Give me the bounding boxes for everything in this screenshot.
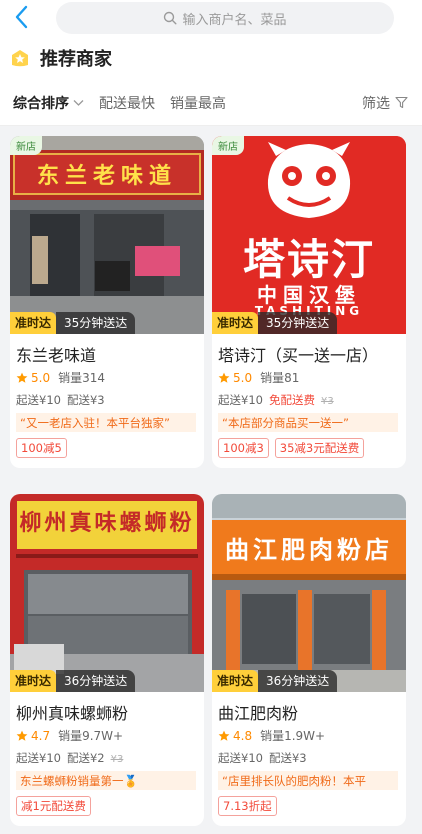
star-icon (218, 372, 230, 383)
sales-count: 销量314 (58, 371, 105, 385)
back-button[interactable] (8, 4, 34, 30)
search-icon (164, 11, 177, 25)
storefront-photo (212, 494, 406, 692)
shop-photo: 塔诗汀 中国汉堡 TASHITING 新店 准时达 35分钟送达 (212, 136, 406, 334)
sort-bar: 综合排序 配送最快 销量最高 筛选 (0, 80, 422, 126)
new-shop-badge: 新店 (10, 136, 42, 155)
rating-value: 4.7 (31, 728, 51, 743)
shop-card[interactable]: 柳州真味螺蛳粉 准时达 36分钟送达 柳州真味螺蛳粉 4.7 销量9.7W+ 起… (10, 494, 204, 826)
promo-list: 减1元配送费 (16, 796, 196, 816)
delivery-tag: 准时达 36分钟送达 (212, 670, 338, 692)
shop-card[interactable]: 塔诗汀 中国汉堡 TASHITING 新店 准时达 35分钟送达 塔诗汀（买一送… (212, 136, 406, 468)
shop-name: 柳州真味螺蛳粉 (16, 704, 129, 722)
chevron-left-icon (15, 5, 28, 29)
rating-value: 5.0 (31, 370, 51, 385)
fee-row: 起送¥10 免配送费 ¥3 (218, 392, 398, 408)
fee-row: 起送¥10 配送¥3 (16, 392, 196, 408)
search-input[interactable]: 输入商户名、菜品 (56, 2, 394, 34)
rating-row: 4.7 销量9.7W+ (16, 727, 196, 744)
rating-row: 5.0 销量81 (218, 369, 398, 386)
promo-list: 100减3 35减3元配送费 (218, 438, 398, 458)
sort-top-sales[interactable]: 销量最高 (170, 93, 226, 113)
section-title: 推荐商家 (40, 49, 112, 70)
search-placeholder: 输入商户名、菜品 (182, 12, 287, 28)
ontime-label: 准时达 (212, 312, 259, 334)
delivery-fee: 配送¥3 (66, 393, 105, 407)
shop-name: 东兰老味道 (16, 346, 97, 364)
star-icon (218, 730, 230, 741)
fee-row: 起送¥10 配送¥2 ¥3 (16, 750, 196, 766)
star-badge-icon (12, 50, 28, 67)
promo-tag: 7.13折起 (218, 796, 277, 816)
shop-photo: 曲江肥肉粉店 准时达 36分钟送达 (212, 494, 406, 692)
sales-count: 销量9.7W+ (58, 729, 124, 743)
shop-name: 曲江肥肉粉 (218, 704, 299, 722)
delivery-time: 35分钟送达 (56, 312, 136, 334)
logo-main-text: 塔诗汀 (242, 235, 375, 284)
promo-tag: 100减5 (16, 438, 67, 458)
fee-row: 起送¥10 配送¥3 (218, 750, 398, 766)
shop-sign-text: 曲江肥肉粉店 (225, 534, 393, 564)
sales-count: 销量81 (260, 371, 300, 385)
free-delivery-label: 免配送费 (268, 393, 315, 407)
ontime-label: 准时达 (10, 670, 57, 692)
section-header: 推荐商家 (0, 36, 422, 80)
promo-tag: 100减3 (218, 438, 269, 458)
min-order: 起送¥10 (218, 393, 263, 407)
promo-tag: 35减3元配送费 (274, 438, 365, 458)
promo-tag: 减1元配送费 (16, 796, 91, 816)
new-shop-badge: 新店 (212, 136, 244, 155)
sort-comprehensive[interactable]: 综合排序 (13, 93, 84, 113)
rating-value: 5.0 (233, 370, 253, 385)
chevron-down-icon (73, 99, 84, 106)
shop-slogan: “本店部分商品买一送一” (218, 413, 398, 432)
promo-list: 100减5 (16, 438, 196, 458)
shop-photo: 柳州真味螺蛳粉 准时达 36分钟送达 (10, 494, 204, 692)
shop-photo: 东兰老味道 新店 准时达 35分钟送达 (10, 136, 204, 334)
ontime-label: 准时达 (212, 670, 259, 692)
delivery-tag: 准时达 36分钟送达 (10, 670, 136, 692)
shop-sign-text: 柳州真味螺蛳粉 (19, 510, 195, 536)
star-icon (16, 730, 28, 741)
shop-card[interactable]: 东兰老味道 新店 准时达 35分钟送达 东兰老味道 5.0 销量314 起送¥1… (10, 136, 204, 468)
delivery-tag: 准时达 35分钟送达 (212, 312, 338, 334)
rating-row: 5.0 销量314 (16, 369, 196, 386)
delivery-fee: 配送¥3 (268, 751, 307, 765)
delivery-tag: 准时达 35分钟送达 (10, 312, 136, 334)
filter-label: 筛选 (362, 95, 390, 112)
sort-fastest-label: 配送最快 (99, 95, 155, 112)
top-bar: 输入商户名、菜品 (0, 0, 422, 36)
shop-slogan: 东兰螺蛳粉销量第一🏅 (16, 771, 196, 790)
shop-slogan: “店里排长队的肥肉粉！本平 (218, 771, 398, 790)
min-order: 起送¥10 (16, 393, 61, 407)
sort-sales-label: 销量最高 (170, 95, 226, 112)
funnel-icon (395, 96, 408, 109)
filter-button[interactable]: 筛选 (362, 93, 408, 113)
sort-comprehensive-label: 综合排序 (13, 95, 69, 112)
delivery-fee: 配送¥2 (66, 751, 105, 765)
min-order: 起送¥10 (16, 751, 61, 765)
original-fee: ¥3 (110, 754, 124, 765)
delivery-time: 36分钟送达 (56, 670, 136, 692)
ontime-label: 准时达 (10, 312, 57, 334)
promo-list: 7.13折起 (218, 796, 398, 816)
rating-value: 4.8 (233, 728, 253, 743)
min-order: 起送¥10 (218, 751, 263, 765)
shop-card[interactable]: 曲江肥肉粉店 准时达 36分钟送达 曲江肥肉粉 4.8 销量1.9W+ 起送¥1… (212, 494, 406, 826)
shop-sign-text: 东兰老味道 (36, 163, 177, 189)
sort-fastest-delivery[interactable]: 配送最快 (99, 93, 155, 113)
rating-row: 4.8 销量1.9W+ (218, 727, 398, 744)
original-fee: ¥3 (320, 396, 334, 407)
shop-slogan: “又一老店入驻！本平台独家” (16, 413, 196, 432)
delivery-time: 35分钟送达 (258, 312, 338, 334)
star-icon (16, 372, 28, 383)
delivery-time: 36分钟送达 (258, 670, 338, 692)
shop-name: 塔诗汀（买一送一店） (218, 346, 379, 364)
sales-count: 销量1.9W+ (260, 729, 326, 743)
